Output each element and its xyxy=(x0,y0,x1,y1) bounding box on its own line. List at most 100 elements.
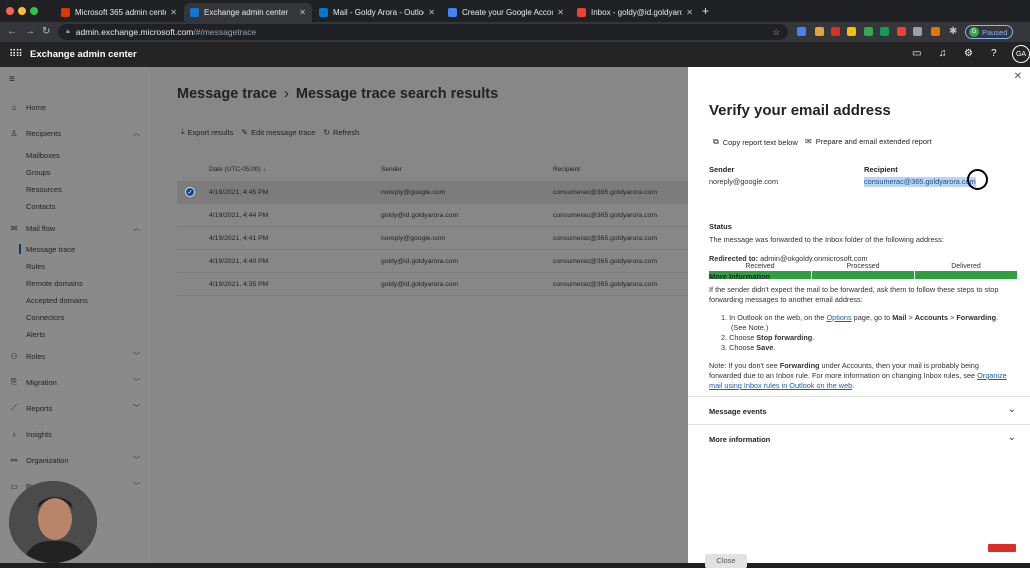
chevron-down-icon[interactable]: ﹀ xyxy=(133,403,140,413)
help-icon[interactable]: ? xyxy=(991,48,997,59)
copy-report-button[interactable]: ⧉ Copy report text below xyxy=(713,137,798,147)
extended-report-button[interactable]: ✉ Prepare and email extended report xyxy=(805,137,932,146)
close-tab-icon[interactable]: ✕ xyxy=(428,8,435,17)
sidebar-item-connectors[interactable]: Connectors xyxy=(0,310,151,324)
inbox-rules-link[interactable]: mail using Inbox rules in Outlook on the… xyxy=(709,381,852,390)
migration-icon: ⎘ xyxy=(10,377,18,386)
profile-paused-button[interactable]: G Paused xyxy=(965,25,1013,39)
sidebar-item-label: Recipients xyxy=(26,128,62,138)
notifications-bell-icon[interactable]: ♫ xyxy=(939,48,947,59)
chevron-down-icon[interactable]: ﹀ xyxy=(133,481,140,491)
new-tab-button[interactable]: + xyxy=(702,4,709,18)
browser-tab[interactable]: Microsoft 365 admin center - ... ✕ xyxy=(55,3,183,22)
note-text-c: under Accounts, then your mail is probab… xyxy=(819,361,979,370)
table-row[interactable]: 4/19/2021, 4:44 PM goldy@id.goldyarora.co… xyxy=(177,204,688,227)
reload-icon[interactable]: ↻ xyxy=(42,26,50,37)
extension-icon[interactable] xyxy=(880,27,889,36)
close-tab-icon[interactable]: ✕ xyxy=(170,8,177,17)
column-header-recipient[interactable]: Recipient xyxy=(553,166,580,173)
note-end: . xyxy=(852,381,855,390)
breadcrumb-parent[interactable]: Message trace xyxy=(177,86,277,102)
edit-message-trace-button[interactable]: ✎ Edit message trace xyxy=(241,127,315,137)
recipient-value: consumerac@365.goldyarora.com xyxy=(864,177,976,187)
sidebar-item-rules[interactable]: Rules xyxy=(0,259,151,273)
address-bar[interactable]: 🔒︎ admin.exchange.microsoft.com/#/messag… xyxy=(58,24,788,40)
close-tab-icon[interactable]: ✕ xyxy=(557,8,564,17)
export-results-button[interactable]: ⤓ Export results xyxy=(181,127,233,137)
settings-gear-icon[interactable]: ⚙ xyxy=(964,48,973,59)
table-row[interactable]: 4/19/2021, 4:41 PM noreply@google.com cons… xyxy=(177,227,688,250)
roles-icon: ⚇ xyxy=(10,351,18,361)
tab-title: Create your Google Account xyxy=(462,8,554,17)
hamburger-menu-icon[interactable]: ≡ xyxy=(9,74,15,85)
sidebar-item-insights[interactable]: ♁ Insights xyxy=(0,427,151,441)
mail-icon: ✉ xyxy=(10,223,18,233)
table-row[interactable]: 4/19/2021, 4:40 PM goldy@id.goldyarora.co… xyxy=(177,250,688,273)
organize-link[interactable]: Organize xyxy=(977,371,1007,380)
row-checkbox-checked[interactable]: ✓ xyxy=(185,187,195,197)
sidebar-item-mail-flow[interactable]: ✉ Mail flow ︿ xyxy=(0,221,151,235)
extension-icon[interactable] xyxy=(797,27,806,36)
close-panel-icon[interactable]: ✕ xyxy=(1014,71,1022,82)
sidebar-item-contacts[interactable]: Contacts xyxy=(0,199,151,213)
tab-title: Inbox - goldy@id.goldyarora.co... xyxy=(591,8,683,17)
bookmark-star-icon[interactable]: ☆ xyxy=(772,27,780,38)
browser-tab[interactable]: Exchange admin center ✕ xyxy=(184,3,312,22)
sidebar-item-roles[interactable]: ⚇ Roles ﹀ xyxy=(0,349,151,363)
chevron-down-icon[interactable]: ﹀ xyxy=(133,351,140,361)
browser-tab[interactable]: Create your Google Account ✕ xyxy=(442,3,570,22)
sidebar-item-remote-domains[interactable]: Remote domains xyxy=(0,276,151,290)
forward-icon[interactable]: → xyxy=(25,26,35,37)
sidebar-item-recipients[interactable]: ♙ Recipients ︿ xyxy=(0,126,151,140)
extensions-puzzle-icon[interactable]: ✱ xyxy=(949,26,957,37)
back-icon[interactable]: ← xyxy=(7,26,17,37)
options-link[interactable]: Options xyxy=(826,313,851,322)
maximize-window-button[interactable] xyxy=(30,7,38,15)
sidebar-item-resources[interactable]: Resources xyxy=(0,182,151,196)
close-tab-icon[interactable]: ✕ xyxy=(299,8,306,17)
refresh-button[interactable]: ↻ Refresh xyxy=(323,127,359,137)
more-info-line2: forwarding messages to another email add… xyxy=(709,295,863,304)
more-information-accordion[interactable]: More information ⌄ xyxy=(688,424,1030,452)
screen-icon[interactable]: ▭ xyxy=(912,48,921,59)
extension-icon[interactable] xyxy=(931,27,940,36)
redirected-label: Redirected to: xyxy=(709,254,759,263)
app-launcher-icon[interactable]: ⠿⠿ xyxy=(9,49,23,60)
sidebar-item-groups[interactable]: Groups xyxy=(0,165,151,179)
sidebar-item-reports[interactable]: ⟋ Reports ﹀ xyxy=(0,401,151,415)
sidebar-item-message-trace[interactable]: Message trace xyxy=(0,242,151,256)
sidebar-item-organization[interactable]: ⚯ Organization ﹀ xyxy=(0,453,151,467)
sidebar-item-migration[interactable]: ⎘ Migration ﹀ xyxy=(0,375,151,389)
step-1-sep: > xyxy=(906,313,915,322)
extension-icon[interactable] xyxy=(913,27,922,36)
sidebar-item-accepted-domains[interactable]: Accepted domains xyxy=(0,293,151,307)
extension-icon[interactable] xyxy=(831,27,840,36)
extension-icon[interactable] xyxy=(847,27,856,36)
minimize-window-button[interactable] xyxy=(18,7,26,15)
column-header-sender[interactable]: Sender xyxy=(381,166,402,173)
close-window-button[interactable] xyxy=(6,7,14,15)
chevron-down-icon[interactable]: ﹀ xyxy=(133,455,140,465)
browser-tab[interactable]: Mail - Goldy Arora - Outlook ✕ xyxy=(313,3,441,22)
step-1: 1. In Outlook on the web, on the Options… xyxy=(721,313,998,323)
extension-icon[interactable] xyxy=(864,27,873,36)
table-row[interactable]: 4/19/2021, 4:35 PM goldy@id.goldyarora.co… xyxy=(177,273,688,296)
sidebar-item-label: Insights xyxy=(26,429,52,439)
user-avatar[interactable]: GA xyxy=(1012,45,1030,63)
chevron-up-icon[interactable]: ︿ xyxy=(133,128,140,138)
browser-tab[interactable]: Inbox - goldy@id.goldyarora.co...✕ xyxy=(571,3,699,22)
step-2-end: . xyxy=(812,333,815,342)
close-button[interactable]: Close xyxy=(705,554,747,568)
chevron-up-icon[interactable]: ︿ xyxy=(133,223,140,233)
column-header-date[interactable]: Date (UTC-05:00) ↓ xyxy=(209,166,266,173)
extension-icon[interactable] xyxy=(815,27,824,36)
sidebar-item-alerts[interactable]: Alerts xyxy=(0,327,151,341)
download-icon: ⤓ xyxy=(181,127,185,136)
sidebar-item-mailboxes[interactable]: Mailboxes xyxy=(0,148,151,162)
message-events-accordion[interactable]: Message events ⌄ xyxy=(688,396,1030,424)
table-row[interactable]: ✓ 4/19/2021, 4:45 PM noreply@google.com con… xyxy=(177,181,688,204)
chevron-down-icon[interactable]: ﹀ xyxy=(133,377,140,387)
extension-icon[interactable] xyxy=(897,27,906,36)
close-tab-icon[interactable]: ✕ xyxy=(686,8,693,17)
sidebar-item-home[interactable]: ⌂ Home xyxy=(0,100,151,114)
